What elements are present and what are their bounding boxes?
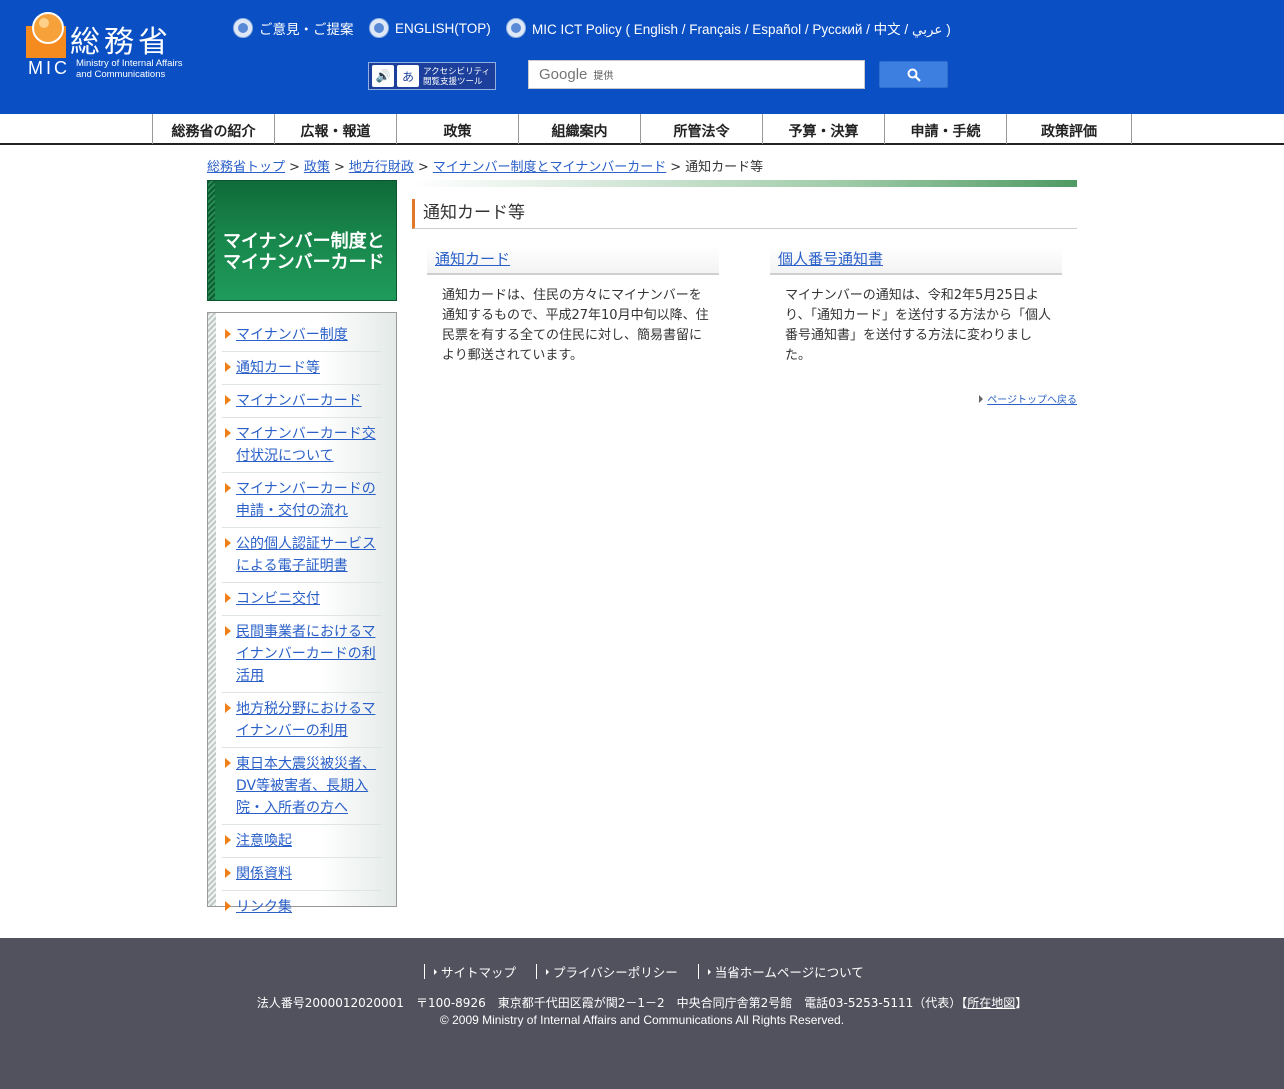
sidebar-link-links[interactable]: リンク集: [236, 899, 292, 915]
footer-copyright: © 2009 Ministry of Internal Affairs and …: [439, 1013, 845, 1027]
sidebar-link-notification-card[interactable]: 通知カード等: [236, 360, 320, 376]
search-icon: [907, 68, 921, 82]
gnav-item-press[interactable]: 広報・報道: [275, 114, 397, 144]
logo-english: Ministry of Internal Affairs and Communi…: [76, 58, 183, 80]
sidebar-item: 公的個人認証サービスによる電子証明書: [222, 528, 382, 583]
logo-kanji: 総務省: [70, 25, 172, 60]
sidebar-link-certificate[interactable]: 公的個人認証サービスによる電子証明書: [236, 536, 376, 574]
card-header: 通知カード: [427, 246, 719, 275]
top-link-english[interactable]: ENGLISH(TOP): [369, 17, 491, 39]
sidebar-title-box: マイナンバー制度とマイナンバーカード: [207, 180, 397, 301]
sidebar-item: 民間事業者におけるマイナンバーカードの利活用: [222, 616, 382, 693]
gnav-item-organization[interactable]: 組織案内: [519, 114, 641, 144]
sidebar-menu: マイナンバー制度 通知カード等 マイナンバーカード マイナンバーカード交付状況に…: [207, 312, 397, 915]
top-link-feedback[interactable]: ご意見・ご提案: [233, 17, 354, 39]
hiragana-a-icon: あ: [397, 65, 419, 87]
sidebar-link-private-use[interactable]: 民間事業者におけるマイナンバーカードの利活用: [236, 624, 376, 684]
footer-map-link[interactable]: 所在地図: [967, 996, 1015, 1010]
sidebar-item: コンビニ交付: [222, 583, 382, 616]
breadcrumb-current: 通知カード等: [685, 160, 764, 175]
sidebar-link-local-tax[interactable]: 地方税分野におけるマイナンバーの利用: [236, 701, 375, 739]
breadcrumb-link-local-finance[interactable]: 地方行財政: [349, 160, 414, 175]
site-header: 総務省 MIC Ministry of Internal Affairs and…: [0, 0, 1284, 114]
page-title: 通知カード等: [412, 199, 1077, 229]
sidebar-link-issuance-status[interactable]: マイナンバーカード交付状況について: [236, 426, 376, 464]
global-navigation: 総務省の紹介 広報・報道 政策 組織案内 所管法令 予算・決算 申請・手続 政策…: [0, 114, 1284, 145]
sidebar-item: 関係資料: [222, 858, 382, 891]
card-notification-card: 通知カード 通知カードは、住民の方々にマイナンバーを通知するもので、平成27年1…: [427, 246, 719, 366]
search-button[interactable]: [879, 61, 948, 88]
card-body: マイナンバーの通知は、令和2年5月25日より、「通知カード」を送付する方法から「…: [785, 288, 1051, 363]
sidebar-link-application-flow[interactable]: マイナンバーカードの申請・交付の流れ: [236, 481, 376, 519]
card-body: 通知カードは、住民の方々にマイナンバーを通知するもので、平成27年10月中旬以降…: [442, 288, 709, 363]
main-gradient-bar: [412, 180, 1077, 187]
sidebar-item: マイナンバーカードの申請・交付の流れ: [222, 473, 382, 528]
accessibility-tool-button[interactable]: 🔊 あ アクセシビリティ 閲覧支援ツール: [368, 62, 496, 90]
gnav-item-about[interactable]: 総務省の紹介: [153, 114, 275, 144]
sidebar-link-caution[interactable]: 注意喚起: [236, 833, 292, 849]
sidebar-link-materials[interactable]: 関係資料: [236, 866, 292, 882]
sidebar-item: リンク集: [222, 891, 382, 923]
footer-link-sitemap[interactable]: サイトマップ: [424, 964, 536, 980]
search-input[interactable]: Google 提供: [528, 60, 865, 89]
sidebar-item: 東日本大震災被災者、DV等被害者、長期入院・入所者の方へ: [222, 748, 382, 825]
breadcrumb-link-mynumber[interactable]: マイナンバー制度とマイナンバーカード: [433, 160, 666, 175]
breadcrumb: 総務省トップ > 政策 > 地方行財政 > マイナンバー制度とマイナンバーカード > 通知カード…: [207, 160, 764, 175]
gnav-item-applications[interactable]: 申請・手続: [885, 114, 1007, 144]
sidebar-link-mynumber-card[interactable]: マイナンバーカード: [236, 393, 362, 409]
radio-bullet-icon: [233, 18, 253, 38]
accessibility-tool-label: アクセシビリティ 閲覧支援ツール: [423, 66, 491, 86]
page-top-link[interactable]: ページトップへ戻る: [979, 391, 1077, 406]
site-footer: サイトマップ プライバシーポリシー 当省ホームページについて 法人番号20000…: [0, 938, 1284, 1089]
card-title-link[interactable]: 個人番号通知書: [778, 250, 883, 268]
sidebar-item: 注意喚起: [222, 825, 382, 858]
sidebar-link-convenience[interactable]: コンビニ交付: [236, 591, 320, 607]
sidebar-item: 地方税分野におけるマイナンバーの利用: [222, 693, 382, 748]
breadcrumb-link-policy[interactable]: 政策: [304, 160, 330, 175]
card-individual-number-notice: 個人番号通知書 マイナンバーの通知は、令和2年5月25日より、「通知カード」を送…: [770, 246, 1062, 366]
mic-logo[interactable]: 総務省 MIC Ministry of Internal Affairs and…: [26, 12, 216, 82]
radio-bullet-icon: [369, 18, 389, 38]
card-title-link[interactable]: 通知カード: [435, 250, 510, 268]
gnav-item-budget[interactable]: 予算・決算: [763, 114, 885, 144]
gnav-item-evaluation[interactable]: 政策評価: [1007, 114, 1132, 144]
sidebar-title: マイナンバー制度とマイナンバーカード: [223, 231, 385, 273]
sidebar-link-disaster-victims[interactable]: 東日本大震災被災者、DV等被害者、長期入院・入所者の方へ: [236, 756, 376, 816]
sidebar-item: マイナンバー制度: [222, 319, 382, 352]
logo-abbr: MIC: [28, 58, 70, 78]
footer-link-privacy[interactable]: プライバシーポリシー: [536, 964, 698, 980]
gnav-item-policy[interactable]: 政策: [397, 114, 519, 144]
search-provided-label: 提供: [593, 71, 614, 82]
orange-sphere-icon: [26, 12, 66, 58]
speaker-icon: 🔊: [372, 65, 394, 87]
breadcrumb-link-top[interactable]: 総務省トップ: [207, 160, 285, 175]
footer-link-about-site[interactable]: 当省ホームページについて: [697, 964, 884, 980]
sidebar-item: 通知カード等: [222, 352, 382, 385]
top-link-ict-policy[interactable]: MIC ICT Policy ( English / Français / Es…: [506, 17, 951, 39]
card-header: 個人番号通知書: [770, 246, 1062, 275]
sidebar-link-mynumber-system[interactable]: マイナンバー制度: [236, 327, 348, 343]
sidebar-item: マイナンバーカード: [222, 385, 382, 418]
footer-links: サイトマップ プライバシーポリシー 当省ホームページについて: [424, 964, 884, 980]
google-brand: Google: [539, 66, 588, 83]
sidebar-item: マイナンバーカード交付状況について: [222, 418, 382, 473]
gnav-item-laws[interactable]: 所管法令: [641, 114, 763, 144]
radio-bullet-icon: [506, 18, 526, 38]
footer-address: 法人番号2000012020001 〒100-8926 東京都千代田区霞が関2－…: [256, 996, 1028, 1010]
